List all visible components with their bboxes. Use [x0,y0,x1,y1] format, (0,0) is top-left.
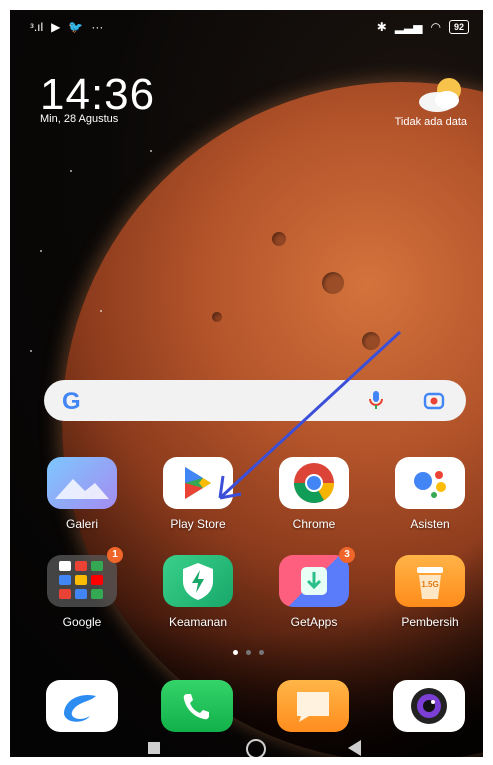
browser-icon[interactable] [46,680,118,732]
pointer-arrow [218,330,402,500]
messages-icon[interactable] [277,680,349,732]
recents-button[interactable] [148,742,160,754]
back-button[interactable] [348,740,361,756]
home-screen: ᵌ.ıl ▶ 🐦 ··· ✱ ▂▃▅ ◠ 92 14:36 Min, 28 Ag… [10,10,483,757]
home-button[interactable] [246,739,266,757]
phone-icon[interactable] [161,680,233,732]
camera-icon[interactable] [393,680,465,732]
